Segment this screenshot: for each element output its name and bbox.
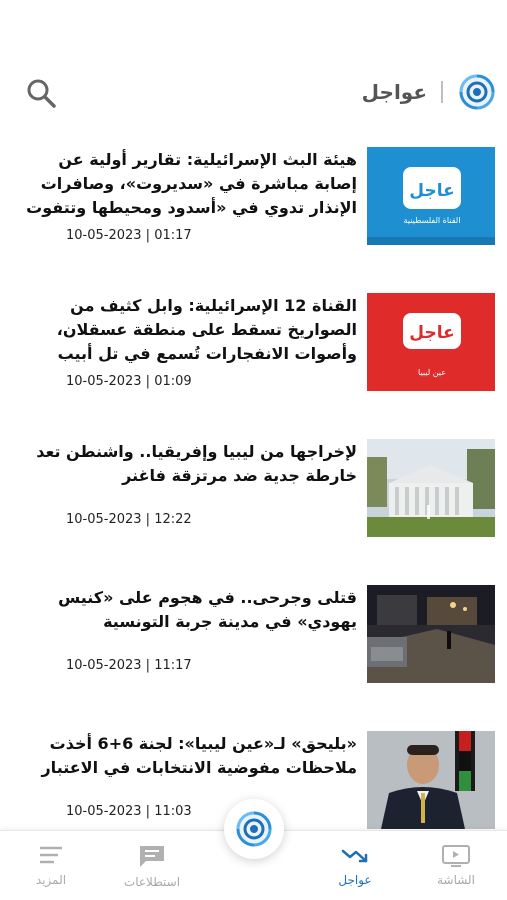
brand: عواجل [362,72,497,112]
tab-label: المزيد [35,873,67,887]
chat-icon [140,846,164,867]
channel-logo-icon[interactable] [234,809,274,849]
tab-label: الشاشة [437,873,475,887]
search-icon[interactable] [24,76,60,112]
news-thumbnail[interactable]: عاجل عين ليبيا [367,293,495,391]
page-title: عواجل [361,80,427,104]
tab-screen[interactable]: الشاشة [411,843,501,887]
news-timestamp: 10-05-2023 | 11:17 [66,658,192,673]
news-timestamp: 10-05-2023 | 01:09 [66,374,192,389]
trending-icon [341,849,368,863]
tab-more[interactable]: المزيد [6,843,96,887]
news-item[interactable]: قتلى وجرحى.. في هجوم على «كنيس يهودي» في… [0,574,507,720]
news-thumbnail[interactable] [367,585,495,683]
news-feed: عاجل القناة الفلسطينية هيئة البث الإسرائ… [0,136,507,866]
news-timestamp: 10-05-2023 | 11:03 [66,804,192,819]
news-item[interactable]: عاجل عين ليبيا القناة 12 الإسرائيلية: وا… [0,282,507,428]
urgent-label: عاجل [409,323,454,343]
channel-logo-icon [459,74,495,110]
news-title[interactable]: لإخراجها من ليبيا وإفريقيا.. واشنطن تعد … [12,440,357,488]
header-divider [441,81,443,103]
tab-polls[interactable]: استطلاعات [107,843,197,889]
menu-icon [40,846,62,864]
bottom-tab-bar: الشاشة عواجل استطلاعات المزيد [0,799,507,900]
news-thumbnail[interactable] [367,731,495,829]
news-item[interactable]: عاجل القناة الفلسطينية هيئة البث الإسرائ… [0,136,507,282]
news-thumbnail[interactable] [367,439,495,537]
search-button[interactable] [24,76,60,112]
tab-label: عواجل [338,873,372,887]
news-title[interactable]: القناة 12 الإسرائيلية: وابل كثيف من الصو… [12,294,357,366]
news-title[interactable]: «بليحق» لـ«عين ليبيا»: لجنة 6+6 أخذت ملا… [12,732,357,780]
home-logo-button[interactable] [224,799,284,859]
tv-icon [442,845,470,867]
news-timestamp: 10-05-2023 | 01:17 [66,228,192,243]
news-title[interactable]: هيئة البث الإسرائيلية: تقارير أولية عن إ… [12,148,357,220]
urgent-label: عاجل [409,181,454,201]
tab-urgent[interactable]: عواجل [310,843,400,887]
app-header: عواجل [0,64,507,122]
news-title[interactable]: قتلى وجرحى.. في هجوم على «كنيس يهودي» في… [12,586,357,634]
news-item[interactable]: لإخراجها من ليبيا وإفريقيا.. واشنطن تعد … [0,428,507,574]
news-timestamp: 10-05-2023 | 12:22 [66,512,192,527]
urgent-sublabel: القناة الفلسطينية [404,216,461,225]
urgent-sublabel: عين ليبيا [418,368,446,377]
news-thumbnail[interactable]: عاجل القناة الفلسطينية [367,147,495,245]
tab-label: استطلاعات [123,875,181,889]
